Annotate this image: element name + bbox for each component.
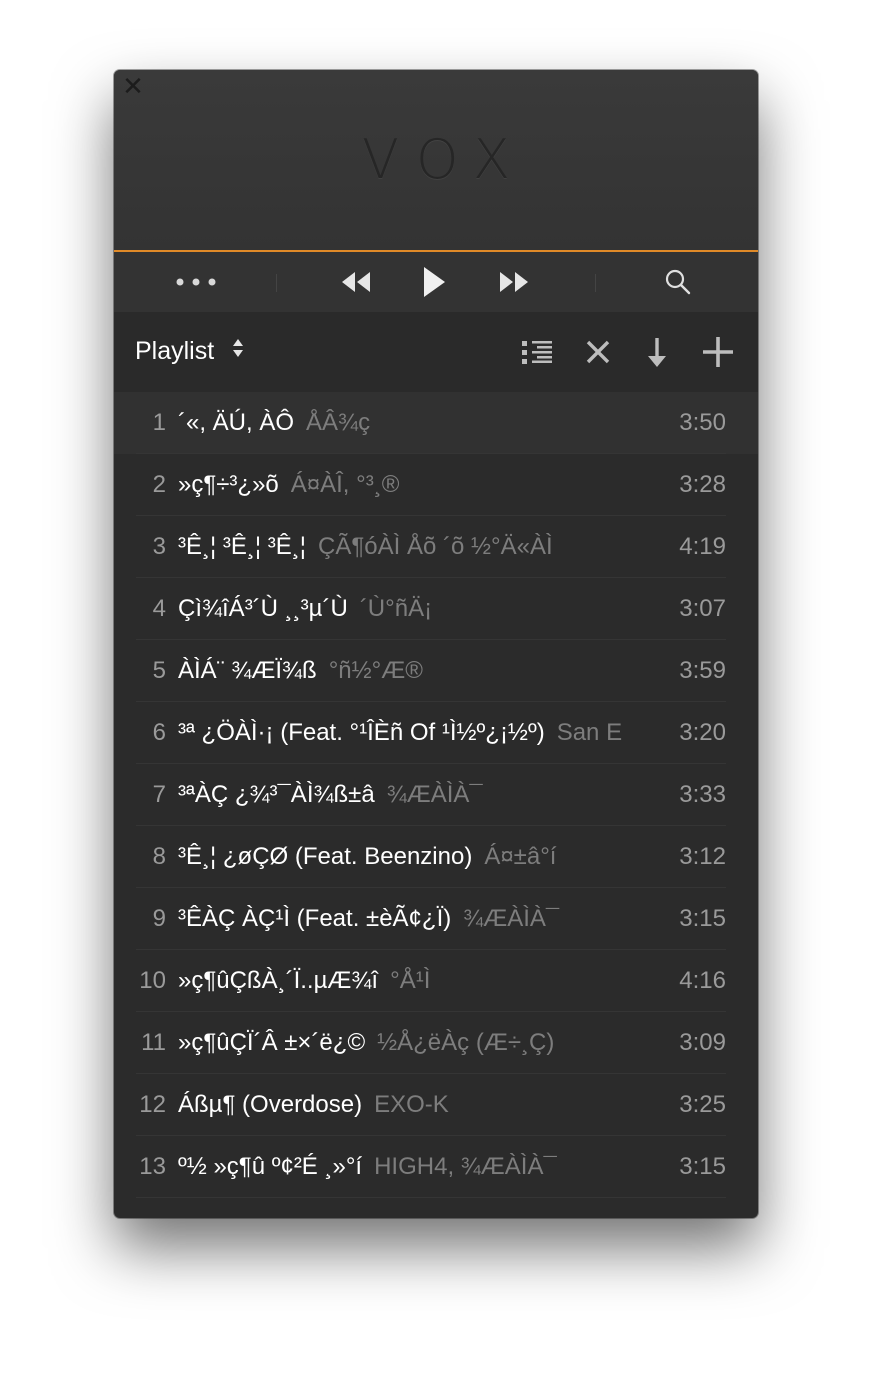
track-artist: HIGH4, ¾ÆÀÌÀ¯ xyxy=(374,1153,557,1180)
track-number: 14 xyxy=(114,1215,166,1218)
search-icon xyxy=(665,269,691,295)
playlist-selector[interactable]: Playlist xyxy=(135,337,244,366)
track-duration: 4:16 xyxy=(679,967,726,994)
track-row[interactable]: 10 »ç¶ûÇßÀ¸´Ï..µÆ¾î °Å¹Ì 4:16 xyxy=(114,950,758,1012)
track-artist: Á¤ÀÎ, °³¸® xyxy=(290,471,400,498)
track-duration: 3:25 xyxy=(679,1091,726,1118)
track-title: ³Ê¸¦ ¿øÇØ (Feat. Beenzino) xyxy=(178,843,473,870)
track-duration: 3:28 xyxy=(679,471,726,498)
play-icon xyxy=(424,267,445,297)
track-row[interactable]: 13 º½ »ç¶û º¢²É ¸»°í HIGH4, ¾ÆÀÌÀ¯ 3:15 xyxy=(114,1136,758,1198)
track-number: 2 xyxy=(152,471,166,498)
track-duration: 3:33 xyxy=(679,781,726,808)
track-title: »ç¶ûÇßÀ¸´Ï..µÆ¾î xyxy=(178,967,379,994)
download-button[interactable] xyxy=(639,334,675,370)
track-number: 13 xyxy=(139,1153,166,1180)
transport-controls xyxy=(114,252,758,312)
divider xyxy=(276,274,277,292)
track-title: »ç¶ûÇÏ´Â ±×´ë¿© xyxy=(178,1029,366,1056)
playlist-toolbar: Playlist xyxy=(114,312,758,392)
track-number: 5 xyxy=(152,657,166,684)
track-number: 12 xyxy=(139,1091,166,1118)
track-artist: EXO-K xyxy=(374,1091,449,1118)
track-row[interactable]: 2 »ç¶÷³¿»õ Á¤ÀÎ, °³¸® 3:28 xyxy=(114,454,758,516)
track-title: ³ÊÀÇ ÀÇ¹Ì (Feat. ±èÃ¢¿Ï) xyxy=(178,905,452,932)
track-duration: 3:15 xyxy=(679,1153,726,1180)
track-duration: 3:15 xyxy=(679,905,726,932)
track-row[interactable]: 4 Çì¾îÁ³´Ù ¸¸³µ´Ù ´Ù°ñÄ¡ 3:07 xyxy=(114,578,758,640)
app-logo: VOX xyxy=(361,128,529,191)
track-row[interactable]: 1 ´«, ÄÚ, ÀÔ ÅÂ¾ç 3:50 xyxy=(114,392,758,454)
track-number: 11 xyxy=(141,1029,166,1056)
close-window-button[interactable]: ✕ xyxy=(122,74,144,100)
fast-forward-icon xyxy=(500,272,528,292)
track-duration: 3:07 xyxy=(679,595,726,622)
track-row[interactable]: 3 ³Ê¸¦ ³Ê¸¦ ³Ê¸¦ ÇÃ¶óÀÌ Åõ ´õ ½°Ä«ÀÌ 4:1… xyxy=(114,516,758,578)
track-title: ´«, ÄÚ, ÀÔ xyxy=(178,409,295,436)
track-duration: 4:19 xyxy=(679,533,726,560)
track-title: Çì¾îÁ³´Ù ¸¸³µ´Ù xyxy=(178,595,348,622)
track-artist: ¾ÆÀÌÀ¯ xyxy=(463,905,560,932)
track-number: 7 xyxy=(152,781,166,808)
play-button[interactable] xyxy=(414,266,454,298)
track-row[interactable]: 6 ³ª ¿ÖÀÌ·¡ (Feat. °¹ÎÈñ Of ¹Ì½º¿¡½º) Sa… xyxy=(114,702,758,764)
more-icon xyxy=(176,278,216,286)
track-title: ÀÌÁ¨ ¾ÆÏ¾ß xyxy=(178,657,317,684)
track-duration: 3:12 xyxy=(679,843,726,870)
track-row[interactable]: 5 ÀÌÁ¨ ¾ÆÏ¾ß °ñ½°Æ® 3:59 xyxy=(114,640,758,702)
track-number: 1 xyxy=(152,409,166,436)
search-button[interactable] xyxy=(660,266,696,298)
track-artist: °ñ½°Æ® xyxy=(328,657,423,684)
add-icon xyxy=(703,337,733,367)
track-title: ³ªÀÇ ¿¾³¯ÀÌ¾ß±â xyxy=(178,781,375,808)
clear-icon xyxy=(586,340,610,364)
track-title: ³Ê¸¦ ³Ê¸¦ ³Ê¸¦ xyxy=(178,533,307,560)
track-number: 3 xyxy=(152,533,166,560)
track-artist: ÇÃ¶óÀÌ Åõ ´õ ½°Ä«ÀÌ xyxy=(318,533,553,560)
playlist-title: Playlist xyxy=(135,337,215,365)
rewind-icon xyxy=(342,272,370,292)
track-title: º½ »ç¶û º¢²É ¸»°í xyxy=(178,1153,363,1180)
list-view-icon xyxy=(522,341,552,364)
track-row[interactable]: 14 xyxy=(114,1198,758,1218)
track-duration: 3:50 xyxy=(679,409,726,436)
vox-player-window: ✕ VOX Playlist 1 ´«, ÄÚ, ÀÔ ÅÂ¾ç 3:50 2 … xyxy=(114,70,758,1218)
track-row[interactable]: 7 ³ªÀÇ ¿¾³¯ÀÌ¾ß±â ¾ÆÀÌÀ¯ 3:33 xyxy=(114,764,758,826)
track-duration: 3:20 xyxy=(679,719,726,746)
list-view-button[interactable] xyxy=(519,334,555,370)
track-title: »ç¶÷³¿»õ xyxy=(178,471,279,498)
track-artist: °Å¹Ì xyxy=(390,967,431,994)
track-list: 1 ´«, ÄÚ, ÀÔ ÅÂ¾ç 3:50 2 »ç¶÷³¿»õ Á¤ÀÎ, … xyxy=(114,392,758,1218)
next-button[interactable] xyxy=(494,266,534,298)
track-number: 10 xyxy=(139,967,166,994)
clear-playlist-button[interactable] xyxy=(580,334,616,370)
track-number: 8 xyxy=(152,843,166,870)
add-button[interactable] xyxy=(700,334,736,370)
track-duration: 3:09 xyxy=(679,1029,726,1056)
divider xyxy=(595,274,596,292)
track-artist: Á¤±â°í xyxy=(484,843,557,870)
track-artist: ½Å¿ëÀç (Æ÷¸Ç) xyxy=(377,1029,555,1056)
track-row[interactable]: 9 ³ÊÀÇ ÀÇ¹Ì (Feat. ±èÃ¢¿Ï) ¾ÆÀÌÀ¯ 3:15 xyxy=(114,888,758,950)
track-artist: ´Ù°ñÄ¡ xyxy=(359,595,433,622)
updown-chevron-icon xyxy=(232,337,244,366)
track-row[interactable]: 12 Áßµ¶ (Overdose) EXO-K 3:25 xyxy=(114,1074,758,1136)
previous-button[interactable] xyxy=(336,266,376,298)
track-row[interactable]: 8 ³Ê¸¦ ¿øÇØ (Feat. Beenzino) Á¤±â°í 3:12 xyxy=(114,826,758,888)
track-row[interactable]: 11 »ç¶ûÇÏ´Â ±×´ë¿© ½Å¿ëÀç (Æ÷¸Ç) 3:09 xyxy=(114,1012,758,1074)
track-artist: San E xyxy=(556,719,623,746)
header: ✕ VOX xyxy=(114,70,758,252)
track-number: 4 xyxy=(152,595,166,622)
track-title: ³ª ¿ÖÀÌ·¡ (Feat. °¹ÎÈñ Of ¹Ì½º¿¡½º) xyxy=(178,719,545,746)
track-artist: ¾ÆÀÌÀ¯ xyxy=(386,781,483,808)
track-artist: ÅÂ¾ç xyxy=(306,409,371,436)
track-number: 6 xyxy=(152,719,166,746)
more-button[interactable] xyxy=(172,266,220,298)
track-title: Áßµ¶ (Overdose) xyxy=(178,1091,363,1118)
track-number: 9 xyxy=(152,905,166,932)
track-duration: 3:59 xyxy=(679,657,726,684)
download-icon xyxy=(648,338,666,367)
